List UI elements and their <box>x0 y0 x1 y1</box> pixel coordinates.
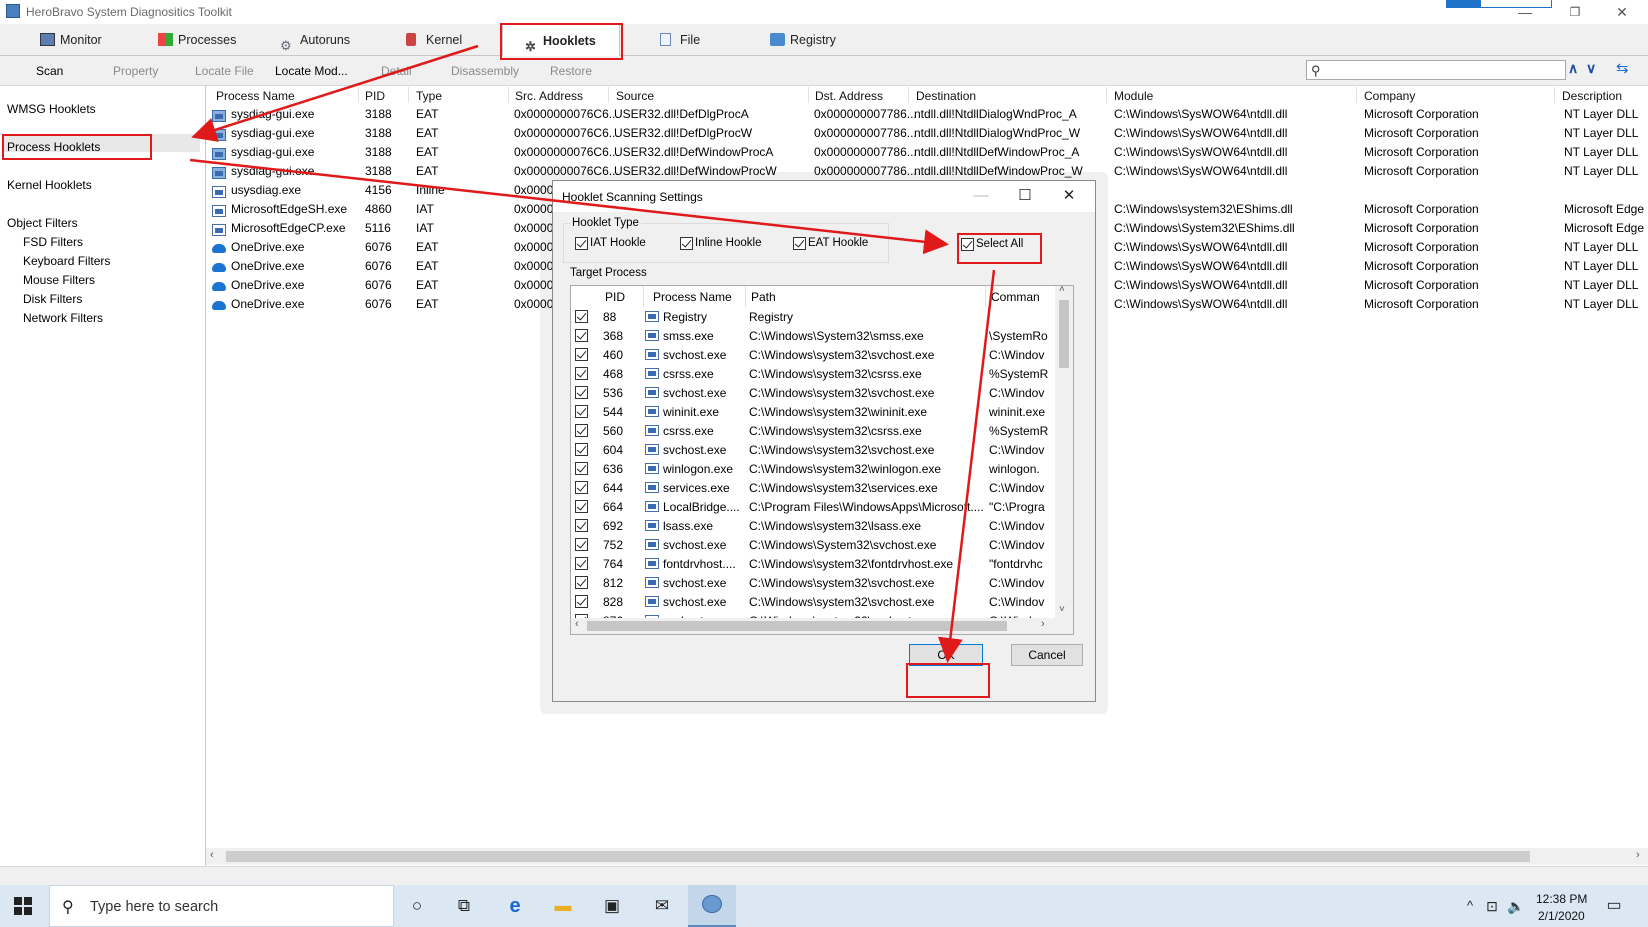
arrow-tab-to-process-hooklets <box>191 44 479 142</box>
herobravo-app-icon <box>702 895 722 913</box>
arrow-process-hooklets-to-select-all <box>189 158 949 255</box>
search-icon: ⚲ <box>62 899 74 916</box>
taskbar-app-herobravo[interactable] <box>688 885 736 927</box>
notifications-icon[interactable]: ▭ <box>1602 895 1626 917</box>
windows-start-icon[interactable] <box>14 897 32 915</box>
taskbar-search-placeholder: Type here to search <box>90 899 219 915</box>
cortana-icon[interactable]: ○ <box>405 895 429 917</box>
show-hidden-icons-icon[interactable]: ^ <box>1458 895 1482 917</box>
windows-taskbar: ⚲ Type here to search ○ ⧉ e ▬ ▣ ✉ ^ ⊡ 🔈 … <box>0 885 1648 927</box>
clock-date[interactable]: 2/1/2020 <box>1538 909 1585 923</box>
file-explorer-icon[interactable]: ▬ <box>551 895 575 917</box>
task-view-icon[interactable]: ⧉ <box>452 895 476 917</box>
mail-icon[interactable]: ✉ <box>650 895 674 917</box>
taskbar-search-box[interactable]: ⚲ Type here to search <box>49 885 394 927</box>
clock-time[interactable]: 12:38 PM <box>1536 892 1587 906</box>
store-icon[interactable]: ▣ <box>600 895 624 917</box>
network-icon[interactable]: ⊡ <box>1480 895 1504 917</box>
volume-icon[interactable]: 🔈 <box>1504 895 1528 917</box>
edge-icon[interactable]: e <box>503 895 527 917</box>
arrow-select-all-to-ok <box>937 269 996 663</box>
annotation-arrows <box>189 44 996 663</box>
